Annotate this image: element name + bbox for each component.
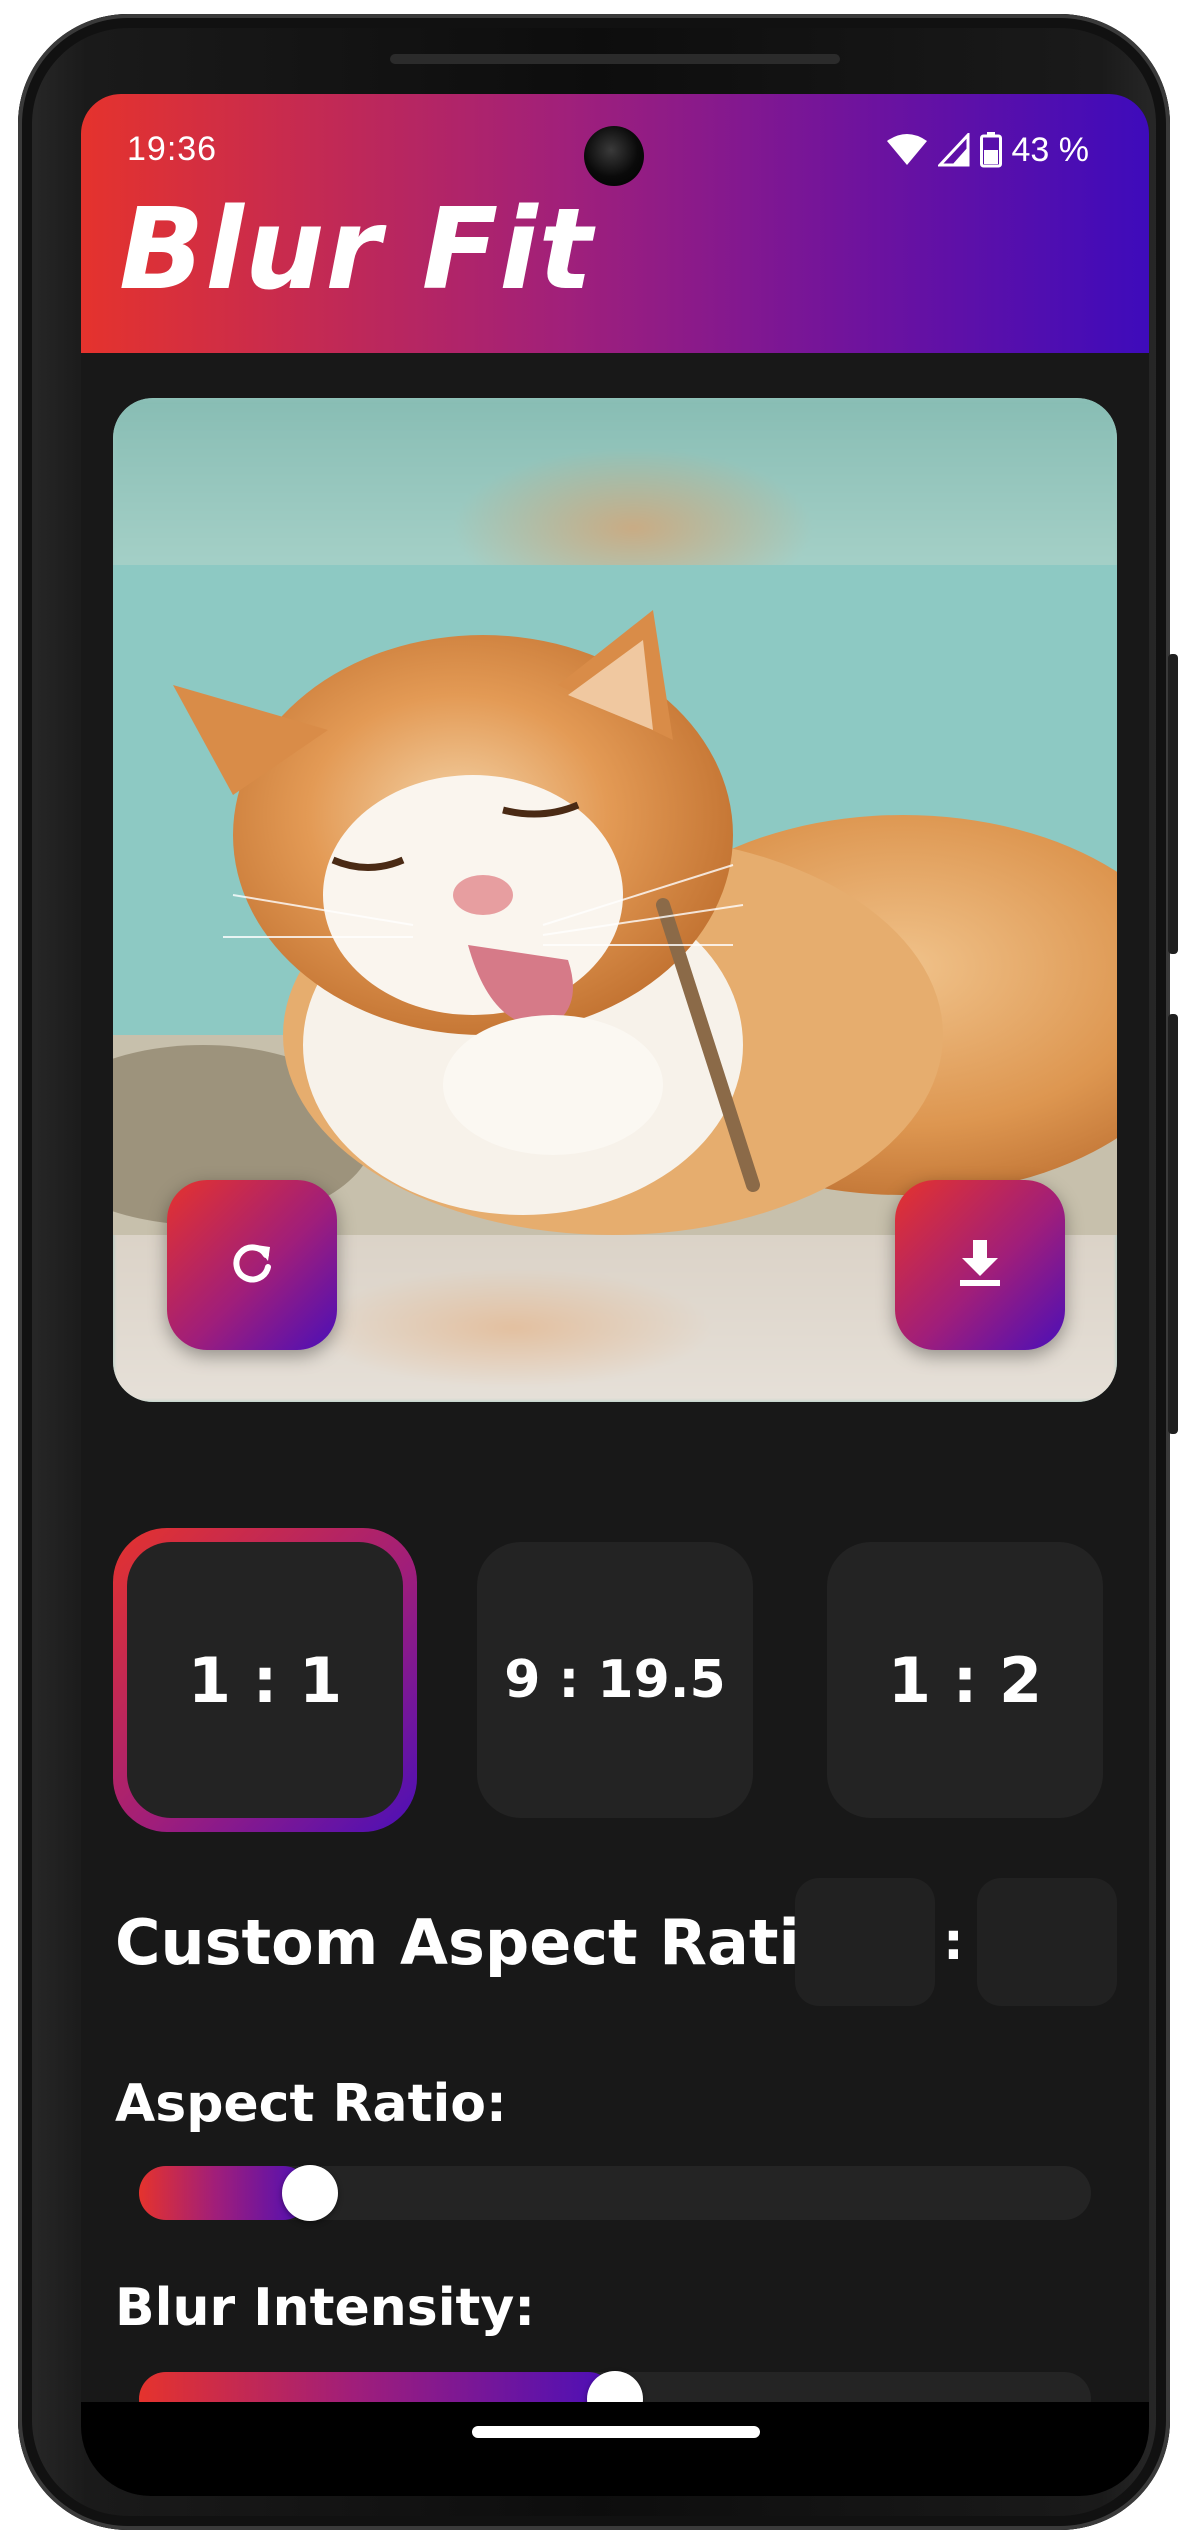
screen: 19:36 43 % Blur Fit 1: 1 9: 19.5 1: 2… (81, 94, 1149, 2496)
ratio-option-label: 1 : 2 (887, 1643, 1043, 1717)
refresh-icon (228, 1239, 276, 1291)
aspect-ratio-slider-thumb[interactable] (282, 2165, 338, 2221)
battery-percentage: 43 % (1011, 130, 1090, 169)
app-header: 19:36 43 % Blur Fit (81, 94, 1149, 353)
aspect-ratio-slider[interactable] (139, 2165, 1091, 2221)
refresh-button[interactable] (167, 1180, 337, 1350)
ratio-option-9-19-5[interactable]: 9 : 19.5 (477, 1542, 753, 1818)
wifi-icon (886, 133, 928, 167)
ratio-option-1-2[interactable]: 1 : 2 (827, 1542, 1103, 1818)
app-title: Blur Fit (119, 185, 594, 315)
ratio-option-label: 1 : 1 (187, 1643, 343, 1717)
home-indicator[interactable] (472, 2426, 760, 2438)
custom-ratio-height-input[interactable] (977, 1878, 1117, 2006)
volume-button (1168, 1014, 1178, 1434)
aspect-ratio-label: Aspect Ratio: (115, 2074, 507, 2134)
image-preview[interactable] (113, 398, 1117, 1402)
ratio-option-1-1[interactable]: 1 : 1 (113, 1528, 417, 1832)
custom-ratio-width-input[interactable] (795, 1878, 935, 2006)
front-camera (584, 126, 644, 186)
download-button[interactable] (895, 1180, 1065, 1350)
download-icon (958, 1238, 1002, 1292)
custom-ratio-separator: : (943, 1912, 964, 1972)
blur-intensity-label: Blur Intensity: (115, 2278, 536, 2338)
phone-speaker-grille (390, 54, 840, 64)
phone-frame: 19:36 43 % Blur Fit 1: 1 9: 19.5 1: 2… (18, 14, 1178, 2530)
battery-icon (979, 132, 1002, 168)
cat-photo (113, 565, 1117, 1235)
custom-aspect-ratio-label: Custom Aspect Ratio: (115, 1906, 868, 1979)
status-time: 19:36 (127, 130, 218, 168)
ratio-option-label: 9 : 19.5 (504, 1650, 726, 1710)
navigation-bar (81, 2402, 1149, 2496)
power-button (1168, 654, 1178, 954)
cellular-signal-icon (937, 133, 970, 167)
ratio-option-1-1-inner: 1 : 1 (127, 1542, 403, 1818)
status-icons: 43 % (886, 130, 1090, 170)
